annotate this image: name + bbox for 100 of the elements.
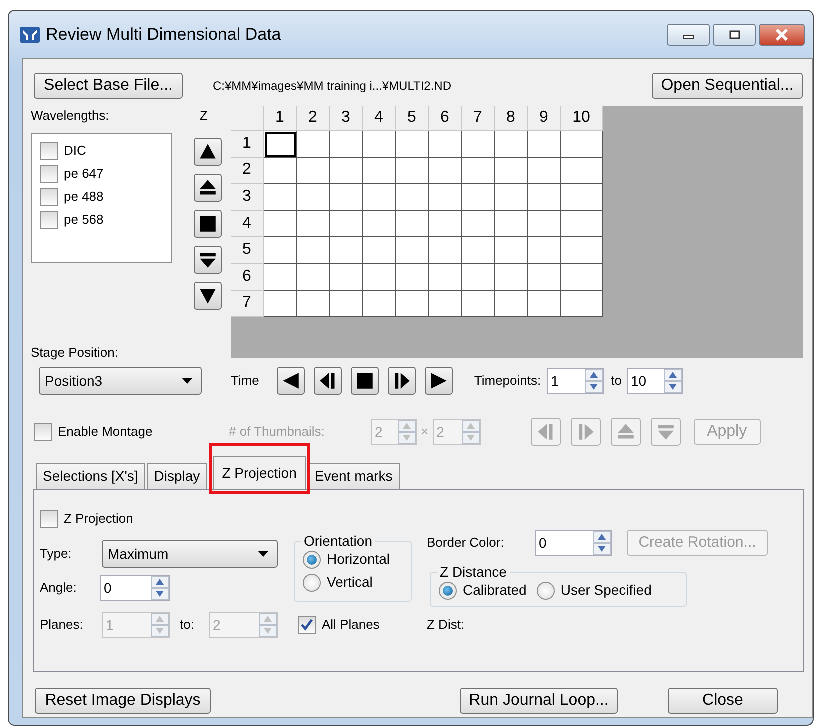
- number-field[interactable]: 10: [626, 368, 683, 394]
- select-file-button[interactable]: Select Base File...: [34, 73, 183, 99]
- grid-cell[interactable]: [561, 184, 603, 211]
- run-journal-button[interactable]: Run Journal Loop...: [460, 688, 618, 714]
- grid-cell[interactable]: [330, 237, 363, 264]
- stop-button[interactable]: [194, 210, 222, 238]
- previous-button[interactable]: [194, 174, 222, 202]
- grid-cell[interactable]: [495, 290, 528, 318]
- grid-cell[interactable]: [363, 210, 396, 238]
- grid-cell[interactable]: [429, 237, 462, 264]
- grid-cell[interactable]: [495, 264, 528, 291]
- grid-cell[interactable]: [462, 237, 495, 264]
- checkbox[interactable]: [298, 616, 316, 634]
- grid-cell[interactable]: [396, 184, 429, 211]
- grid-cell[interactable]: [561, 290, 603, 318]
- grid-cell[interactable]: [528, 158, 561, 184]
- grid-cell[interactable]: [264, 264, 297, 291]
- reset-button[interactable]: Reset Image Displays: [35, 688, 211, 714]
- minimize-button[interactable]: [667, 24, 710, 46]
- first-button[interactable]: [277, 367, 306, 395]
- grid-cell[interactable]: [462, 131, 495, 158]
- dropdown[interactable]: Position3: [39, 367, 202, 395]
- grid-cell[interactable]: [264, 237, 297, 264]
- grid-cell[interactable]: [264, 210, 297, 238]
- radio-button[interactable]: [303, 550, 321, 568]
- grid-cell[interactable]: [330, 264, 363, 291]
- grid-cell[interactable]: [561, 210, 603, 238]
- grid-cell[interactable]: [429, 184, 462, 211]
- grid-cell[interactable]: [495, 131, 528, 158]
- grid-cell[interactable]: [462, 264, 495, 291]
- checkbox[interactable]: [40, 142, 58, 160]
- grid-cell[interactable]: [396, 290, 429, 318]
- grid-cell[interactable]: [462, 158, 495, 184]
- grid-cell[interactable]: [396, 210, 429, 238]
- grid-cell[interactable]: [330, 290, 363, 318]
- first-button[interactable]: [194, 138, 222, 166]
- radio-button[interactable]: [303, 574, 321, 592]
- radio-button[interactable]: [536, 582, 555, 600]
- grid-cell[interactable]: [462, 290, 495, 318]
- grid-cell[interactable]: [495, 237, 528, 264]
- grid-cell[interactable]: [363, 158, 396, 184]
- grid-cell[interactable]: [264, 158, 297, 184]
- grid-cell[interactable]: [396, 264, 429, 291]
- radio-button[interactable]: [439, 582, 457, 600]
- grid-cell[interactable]: [528, 264, 561, 291]
- grid-cell[interactable]: [297, 290, 330, 318]
- grid-cell[interactable]: [528, 131, 561, 158]
- grid-cell[interactable]: [396, 237, 429, 264]
- maximize-button[interactable]: [713, 24, 756, 46]
- tab[interactable]: Event marks: [308, 463, 400, 489]
- grid-cell[interactable]: [297, 210, 330, 238]
- dropdown[interactable]: Maximum: [102, 540, 278, 568]
- grid-cell[interactable]: [396, 158, 429, 184]
- grid-cell[interactable]: [297, 131, 330, 158]
- grid-cell[interactable]: [462, 210, 495, 238]
- step-forward-button[interactable]: [388, 367, 416, 395]
- grid-cell[interactable]: [297, 264, 330, 291]
- grid-cell[interactable]: [297, 237, 330, 264]
- last-button[interactable]: [425, 367, 454, 395]
- last-button[interactable]: [194, 282, 222, 310]
- grid-cell[interactable]: [429, 131, 462, 158]
- number-field[interactable]: 1: [547, 368, 604, 394]
- grid-cell[interactable]: [429, 158, 462, 184]
- grid-cell[interactable]: [264, 131, 297, 158]
- grid-cell[interactable]: [561, 131, 603, 158]
- tab[interactable]: Selections [X's]: [36, 463, 146, 489]
- checkbox[interactable]: [40, 188, 58, 206]
- checkbox[interactable]: [40, 510, 58, 528]
- grid-cell[interactable]: [495, 158, 528, 184]
- grid-cell[interactable]: [330, 131, 363, 158]
- grid-cell[interactable]: [363, 131, 396, 158]
- open-sequential-button[interactable]: Open Sequential...: [652, 73, 803, 99]
- grid-cell[interactable]: [429, 290, 462, 318]
- grid-cell[interactable]: [363, 290, 396, 318]
- grid-cell[interactable]: [561, 264, 603, 291]
- grid-cell[interactable]: [330, 158, 363, 184]
- grid-cell[interactable]: [495, 184, 528, 211]
- grid-cell[interactable]: [264, 290, 297, 318]
- grid-cell[interactable]: [561, 237, 603, 264]
- grid-cell[interactable]: [528, 237, 561, 264]
- grid-cell[interactable]: [297, 158, 330, 184]
- number-field[interactable]: 0: [100, 575, 170, 601]
- grid-cell[interactable]: [363, 184, 396, 211]
- close-dialog-button[interactable]: Close: [668, 688, 778, 714]
- tab[interactable]: Z Projection: [213, 456, 306, 489]
- grid-cell[interactable]: [297, 184, 330, 211]
- grid-cell[interactable]: [429, 264, 462, 291]
- close-button[interactable]: [759, 24, 805, 46]
- stop-button[interactable]: [351, 367, 380, 395]
- grid-cell[interactable]: [363, 264, 396, 291]
- number-field[interactable]: 0: [535, 530, 612, 556]
- checkbox[interactable]: [40, 164, 58, 182]
- grid-cell[interactable]: [561, 158, 603, 184]
- grid-cell[interactable]: [330, 210, 363, 238]
- grid-cell[interactable]: [528, 184, 561, 211]
- tab[interactable]: Display: [147, 463, 208, 489]
- step-back-button[interactable]: [314, 367, 342, 395]
- grid-cell[interactable]: [462, 184, 495, 211]
- checkbox[interactable]: [40, 210, 58, 228]
- grid-cell[interactable]: [528, 290, 561, 318]
